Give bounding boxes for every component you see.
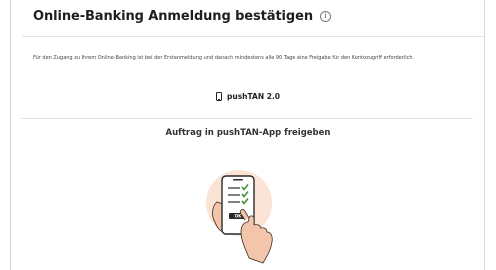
method-divider [21,118,473,119]
tan-method: pushTAN 2.0 [0,92,496,101]
instruction-heading: Auftrag in pushTAN-App freigeben [165,128,331,138]
info-icon[interactable]: i [320,11,331,22]
panel-header: Online-Banking Anmeldung bestätigen i [33,9,331,24]
tan-method-label: pushTAN 2.0 [226,92,281,101]
phone-approval-illustration: OK [206,170,273,264]
smartphone-icon [215,92,222,101]
page-title: Online-Banking Anmeldung bestätigen [33,9,313,24]
description-text: Für den Zugang zu Ihrem Online-Banking i… [33,55,415,61]
header-divider [22,36,485,37]
phone-speaker [233,179,243,181]
